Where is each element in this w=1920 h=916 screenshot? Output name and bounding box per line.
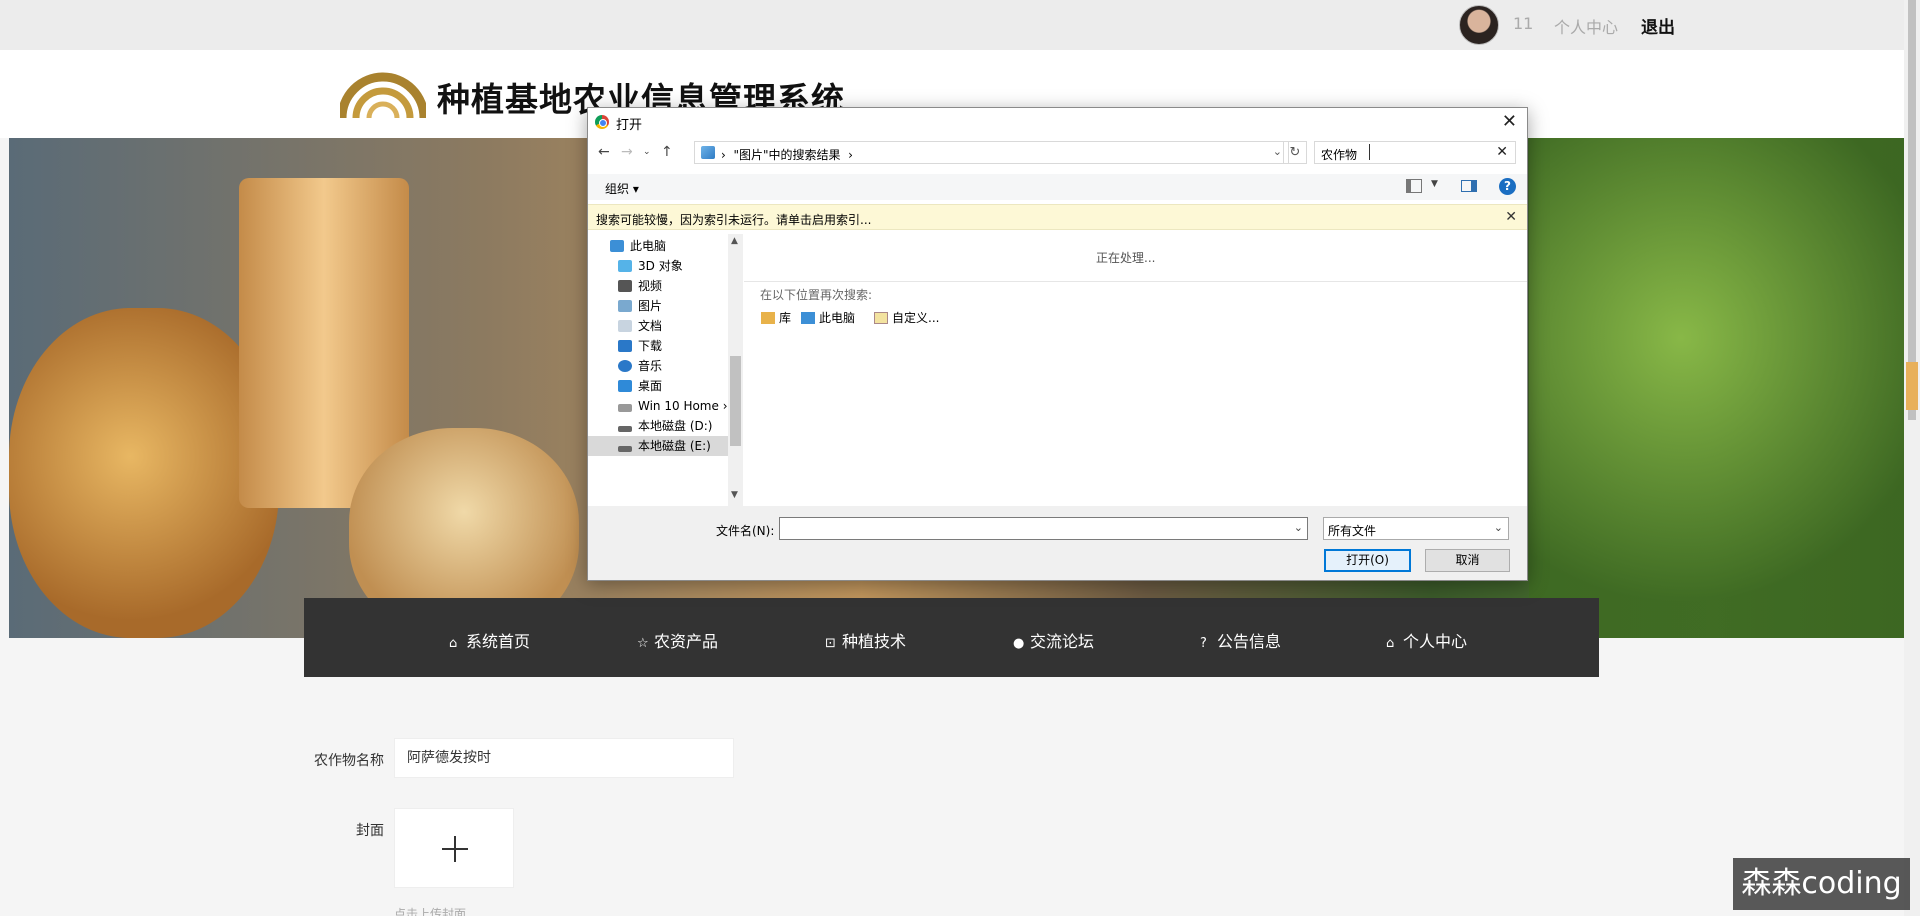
navigation-tree: 此电脑 3D 对象 视频 图片 文档 下载 音乐 桌面 Win 10 Home … <box>588 234 743 506</box>
tree-item-downloads[interactable]: 下载 <box>618 336 728 356</box>
file-open-dialog: 打开 ✕ ← → ⌄ ↑ › "图片"中的搜索结果 › ⌄ ↻ 农作物 ✕ 组织… <box>587 107 1528 581</box>
top-bar: 11 个人中心 退出 <box>0 0 1920 50</box>
dialog-footer: 文件名(N): ⌄ 所有文件 ⌄ 打开(O) 取消 <box>588 506 1527 580</box>
filetype-dropdown-icon: ⌄ <box>1493 521 1503 534</box>
home-icon: ⌂ <box>449 636 458 651</box>
address-path: › "图片"中的搜索结果 › <box>721 148 853 162</box>
site-logo-icon <box>340 66 426 118</box>
scrollbar-thumb[interactable] <box>1908 0 1916 420</box>
search-input[interactable]: 农作物 ✕ <box>1314 141 1516 164</box>
nav-forum[interactable]: ● 交流论坛 <box>1013 628 1094 652</box>
dialog-toolbar: 组织 ▾ ▼ ? <box>588 174 1527 200</box>
bag-icon: ⊡ <box>825 636 836 651</box>
dialog-close-button[interactable]: ✕ <box>1502 111 1517 132</box>
watermark: 森森coding <box>1733 858 1910 910</box>
upload-hint: 点击上传封面 <box>394 907 467 916</box>
open-button[interactable]: 打开(O) <box>1324 549 1411 572</box>
tree-item-this-pc[interactable]: 此电脑 <box>610 236 728 256</box>
cover-label: 封面 <box>356 823 384 839</box>
nav-products[interactable]: ☆ 农资产品 <box>637 628 718 652</box>
dialog-title: 打开 <box>616 118 643 133</box>
search-location-library[interactable]: 库 <box>761 309 791 326</box>
tree-scroll-thumb[interactable] <box>730 356 741 446</box>
scroll-up-icon[interactable]: ▲ <box>731 236 738 246</box>
tree-item-documents[interactable]: 文档 <box>618 316 728 336</box>
file-list-area[interactable]: 正在处理... 在以下位置再次搜索: 库 此电脑 自定义... <box>744 234 1527 506</box>
documents-icon <box>618 320 632 332</box>
tree-item-video[interactable]: 视频 <box>618 276 728 296</box>
cancel-button[interactable]: 取消 <box>1425 549 1510 572</box>
tree-item-pictures[interactable]: 图片 <box>618 296 728 316</box>
library-icon <box>761 312 775 324</box>
tree-item-3d[interactable]: 3D 对象 <box>618 256 728 276</box>
address-row: ← → ⌄ ↑ › "图片"中的搜索结果 › ⌄ ↻ 农作物 ✕ <box>588 141 1527 165</box>
star-icon: ☆ <box>637 636 649 651</box>
scroll-down-icon[interactable]: ▼ <box>731 490 738 500</box>
question-icon: ? <box>1200 636 1207 651</box>
view-options-icon[interactable] <box>1406 179 1422 193</box>
user-avatar[interactable] <box>1459 5 1499 45</box>
tree-item-music[interactable]: 音乐 <box>618 356 728 376</box>
dialog-titlebar[interactable]: 打开 ✕ <box>588 108 1527 136</box>
crop-name-label: 农作物名称 <box>314 753 384 769</box>
filename-label: 文件名(N): <box>716 524 775 538</box>
index-info-bar[interactable]: 搜索可能较慢，因为索引未运行。请单击启用索引... ✕ <box>588 204 1527 230</box>
info-text: 搜索可能较慢，因为索引未运行。请单击启用索引... <box>596 213 872 227</box>
home-icon: ⌂ <box>1386 636 1395 651</box>
search-location-this-pc[interactable]: 此电脑 <box>801 309 855 326</box>
tree-item-drive-e[interactable]: 本地磁盘 (E:) <box>588 436 728 456</box>
custom-icon <box>874 312 888 324</box>
drive-icon <box>618 426 632 432</box>
cover-upload-button[interactable] <box>394 808 514 888</box>
main-nav: ⌂ 系统首页 ☆ 农资产品 ⊡ 种植技术 ● 交流论坛 ? 公告信息 ⌂ 个人中心 <box>304 598 1599 677</box>
filename-dropdown-icon[interactable]: ⌄ <box>1294 521 1303 534</box>
back-arrow-icon[interactable]: ← <box>598 144 610 160</box>
tree-item-desktop[interactable]: 桌面 <box>618 376 728 396</box>
logout-link[interactable]: 退出 <box>1641 13 1675 38</box>
crop-name-input[interactable]: 阿萨德发按时 <box>394 738 734 778</box>
organize-menu[interactable]: 组织 ▾ <box>605 180 639 197</box>
forward-arrow-icon[interactable]: → <box>621 144 633 160</box>
pictures-icon <box>618 300 632 312</box>
help-icon[interactable]: ? <box>1499 178 1516 195</box>
filename-input[interactable]: ⌄ <box>779 517 1308 540</box>
tree-item-win10[interactable]: Win 10 Home › <box>618 396 728 416</box>
filetype-select[interactable]: 所有文件 ⌄ <box>1323 517 1509 540</box>
address-bar[interactable]: › "图片"中的搜索结果 › ⌄ <box>694 141 1289 164</box>
info-close-icon[interactable]: ✕ <box>1505 209 1517 225</box>
personal-center-link[interactable]: 个人中心 <box>1554 14 1618 38</box>
address-dropdown-icon[interactable]: ⌄ <box>1273 145 1282 158</box>
preview-pane-icon[interactable] <box>1461 180 1477 192</box>
processing-status: 正在处理... <box>1096 251 1156 265</box>
desktop-icon <box>618 380 632 392</box>
video-icon <box>618 280 632 292</box>
tree-scrollbar[interactable]: ▲ ▼ <box>728 234 743 506</box>
computer-icon <box>610 240 624 252</box>
refresh-button[interactable]: ↻ <box>1283 141 1307 164</box>
3d-objects-icon <box>618 260 632 272</box>
view-dropdown-icon[interactable]: ▼ <box>1431 179 1438 189</box>
nav-techniques[interactable]: ⊡ 种植技术 <box>825 628 906 652</box>
download-icon <box>618 340 632 352</box>
folder-icon <box>701 146 715 159</box>
search-location-custom[interactable]: 自定义... <box>874 309 939 326</box>
tree-item-drive-d[interactable]: 本地磁盘 (D:) <box>618 416 728 436</box>
nav-home[interactable]: ⌂ 系统首页 <box>449 628 530 652</box>
up-arrow-icon[interactable]: ↑ <box>661 144 673 160</box>
user-count: 11 <box>1513 14 1534 33</box>
nav-personal-center[interactable]: ⌂ 个人中心 <box>1386 628 1467 652</box>
search-clear-icon[interactable]: ✕ <box>1496 144 1508 160</box>
alert-icon: ● <box>1013 636 1025 651</box>
recent-dropdown-icon[interactable]: ⌄ <box>643 147 651 157</box>
search-again-label: 在以下位置再次搜索: <box>760 288 873 302</box>
search-value: 农作物 <box>1321 148 1358 162</box>
computer-icon <box>801 312 815 324</box>
chrome-icon <box>595 115 609 129</box>
drive-icon <box>618 446 632 452</box>
nav-notices[interactable]: ? 公告信息 <box>1200 628 1281 652</box>
filetype-value: 所有文件 <box>1328 524 1377 538</box>
drive-icon <box>618 404 632 412</box>
music-icon <box>618 360 632 372</box>
page-scrollbar[interactable] <box>1904 0 1920 916</box>
